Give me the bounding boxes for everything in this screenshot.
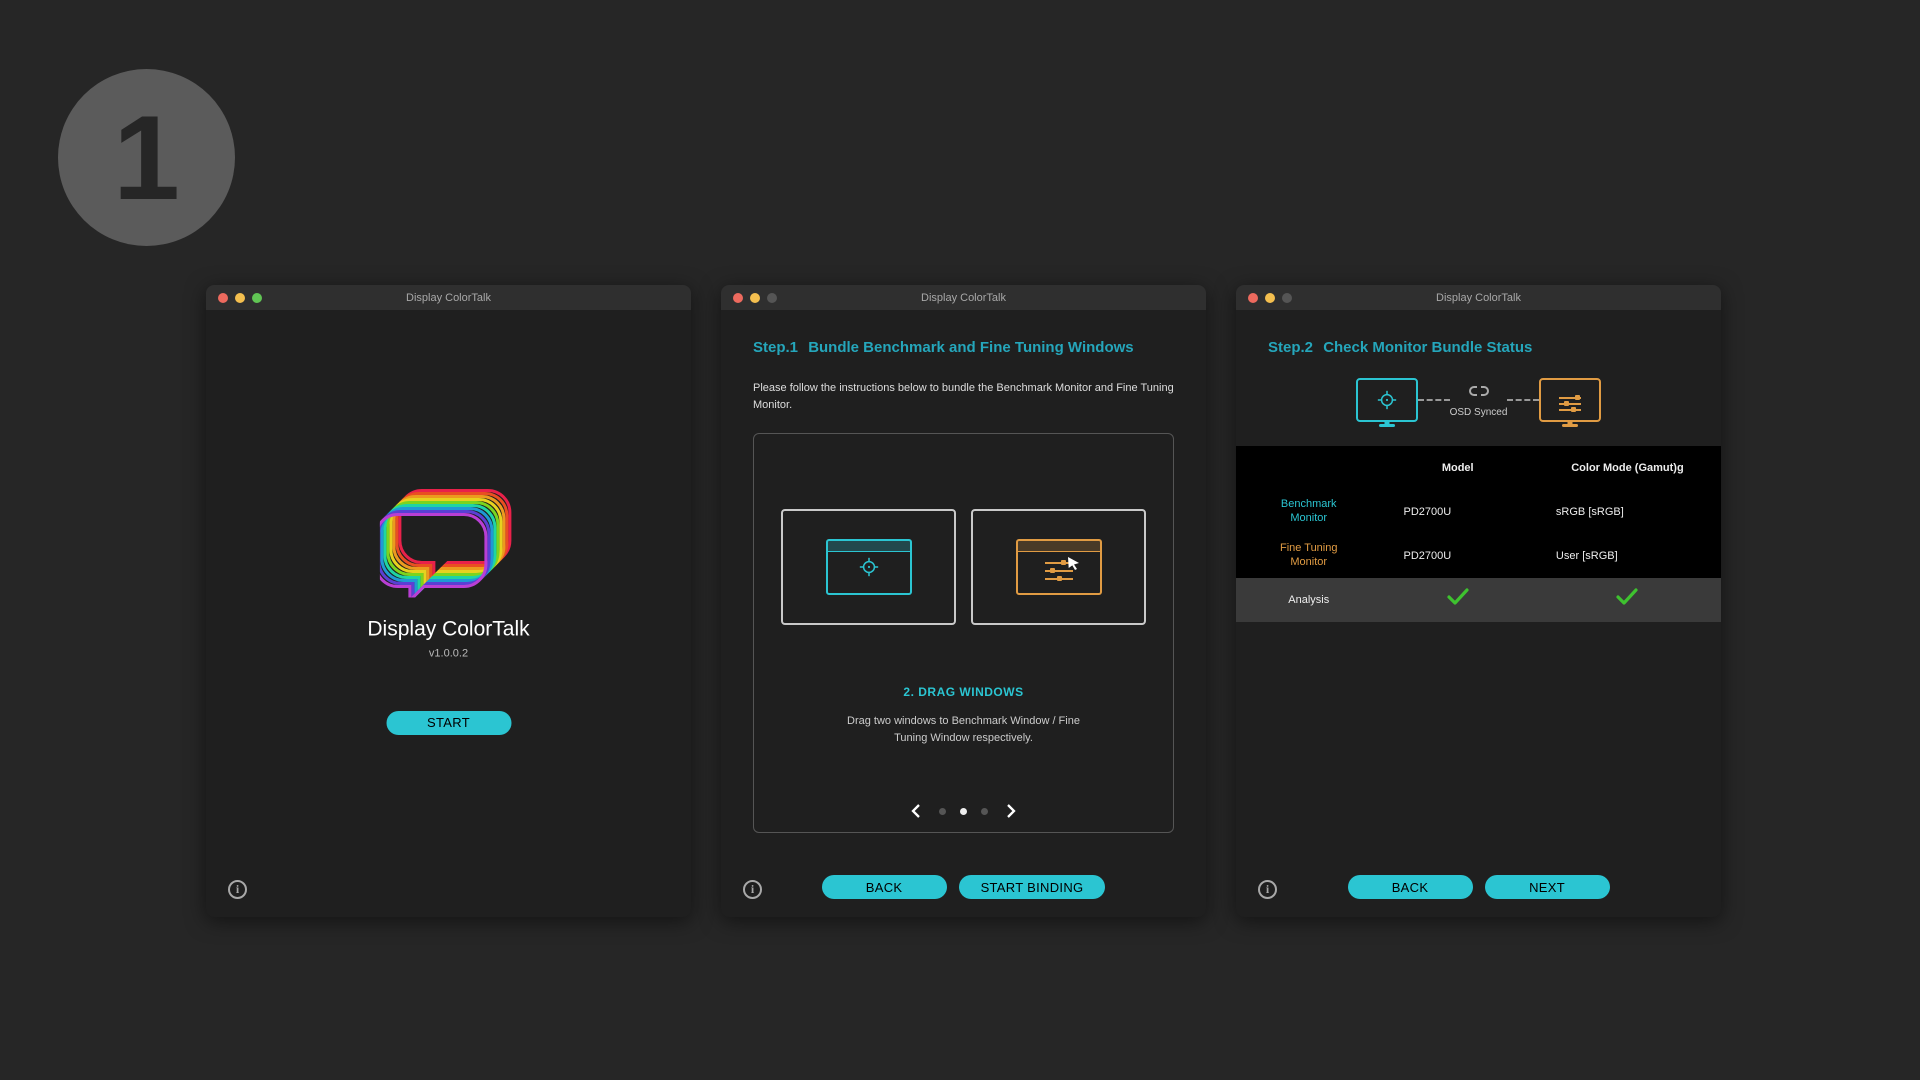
carousel-nav (754, 804, 1173, 818)
row-label-benchmark: Benchmark Monitor (1236, 498, 1381, 526)
start-binding-button[interactable]: START BINDING (959, 875, 1106, 899)
footer-label: Analysis (1236, 594, 1381, 606)
back-button[interactable]: BACK (1348, 875, 1473, 899)
pager-dot[interactable] (939, 808, 946, 815)
cell-model: PD2700U (1381, 506, 1533, 518)
link-icon (1468, 383, 1490, 403)
tutorial-step-description: Drag two windows to Benchmark Window / F… (839, 713, 1089, 746)
table-footer-row: Analysis (1236, 578, 1721, 622)
instructions-text: Please follow the instructions below to … (753, 380, 1174, 413)
app-logo-icon (380, 483, 518, 598)
minimize-icon[interactable] (1265, 293, 1275, 303)
app-name: Display ColorTalk (367, 618, 529, 642)
button-row: BACK NEXT (1236, 875, 1721, 899)
step-number-label: Step.1 (753, 339, 798, 356)
row-label-fine-tuning: Fine Tuning Monitor (1236, 542, 1381, 570)
bundle-status-diagram: OSD Synced (1268, 378, 1689, 422)
window-title: Display ColorTalk (1236, 292, 1721, 304)
step-heading: Step.1 Bundle Benchmark and Fine Tuning … (753, 339, 1174, 356)
check-icon (1534, 588, 1721, 612)
benchmark-monitor-illustration (781, 509, 956, 625)
cell-color-mode: sRGB [sRGB] (1534, 506, 1721, 518)
app-window-step1: Display ColorTalk Step.1 Bundle Benchmar… (721, 285, 1206, 917)
table-header-color-mode: Color Mode (Gamut)g (1534, 462, 1721, 474)
table-header-model: Model (1381, 462, 1533, 474)
pager-dot-active[interactable] (960, 808, 967, 815)
osd-synced-label: OSD Synced (1450, 407, 1508, 418)
window-title: Display ColorTalk (721, 292, 1206, 304)
cell-model: PD2700U (1381, 550, 1533, 562)
titlebar: Display ColorTalk (1236, 285, 1721, 310)
titlebar: Display ColorTalk (721, 285, 1206, 310)
windows-row: Display ColorTalk (206, 285, 1721, 917)
table-header-row: Model Color Mode (Gamut)g (1236, 446, 1721, 490)
close-icon[interactable] (733, 293, 743, 303)
fine-tuning-monitor-chip (1539, 378, 1601, 422)
cell-color-mode: User [sRGB] (1534, 550, 1721, 562)
target-icon (859, 557, 879, 577)
window-title: Display ColorTalk (206, 292, 691, 304)
info-icon[interactable]: i (743, 880, 762, 899)
tutorial-illustration (754, 509, 1173, 625)
close-icon[interactable] (1248, 293, 1258, 303)
info-icon[interactable]: i (228, 880, 247, 899)
table-row: Fine Tuning Monitor PD2700U User [sRGB] (1236, 534, 1721, 578)
close-icon[interactable] (218, 293, 228, 303)
chevron-left-icon[interactable] (909, 804, 923, 818)
step-heading: Step.2 Check Monitor Bundle Status (1268, 339, 1689, 356)
app-window-step2: Display ColorTalk Step.2 Check Monitor B… (1236, 285, 1721, 917)
pager-dot[interactable] (981, 808, 988, 815)
window-body: Step.2 Check Monitor Bundle Status (1236, 310, 1721, 917)
next-button[interactable]: NEXT (1485, 875, 1610, 899)
minimize-icon[interactable] (235, 293, 245, 303)
benchmark-window-icon (826, 539, 912, 595)
fine-tuning-monitor-illustration (971, 509, 1146, 625)
cursor-icon (1066, 555, 1082, 571)
minimize-icon[interactable] (750, 293, 760, 303)
link-status: OSD Synced (1450, 383, 1508, 418)
start-button[interactable]: START (386, 711, 511, 735)
tutorial-panel: 2. DRAG WINDOWS Drag two windows to Benc… (753, 433, 1174, 833)
maximize-icon[interactable] (767, 293, 777, 303)
info-icon[interactable]: i (1258, 880, 1277, 899)
dash-line (1418, 399, 1450, 401)
benchmark-monitor-chip (1356, 378, 1418, 422)
window-body: Display ColorTalk v1.0.0.2 START i (206, 310, 691, 917)
window-controls (1248, 293, 1292, 303)
titlebar: Display ColorTalk (206, 285, 691, 310)
maximize-icon[interactable] (1282, 293, 1292, 303)
window-body: Step.1 Bundle Benchmark and Fine Tuning … (721, 310, 1206, 917)
app-brand-group: Display ColorTalk v1.0.0.2 (367, 483, 529, 660)
app-version: v1.0.0.2 (429, 648, 468, 660)
target-icon (1377, 390, 1397, 410)
check-icon (1381, 588, 1533, 612)
bundle-status-table: Model Color Mode (Gamut)g Benchmark Moni… (1236, 446, 1721, 622)
pager-dots (939, 808, 988, 815)
back-button[interactable]: BACK (822, 875, 947, 899)
step-number-badge: 1 (58, 69, 235, 246)
chevron-right-icon[interactable] (1004, 804, 1018, 818)
window-controls (733, 293, 777, 303)
table-row: Benchmark Monitor PD2700U sRGB [sRGB] (1236, 490, 1721, 534)
step-name: Bundle Benchmark and Fine Tuning Windows (808, 339, 1133, 356)
window-controls (218, 293, 262, 303)
fine-tuning-window-icon (1016, 539, 1102, 595)
tutorial-step-title: 2. DRAG WINDOWS (754, 685, 1173, 699)
button-row: BACK START BINDING (721, 875, 1206, 899)
sliders-icon (1559, 397, 1581, 411)
step-number-label: Step.2 (1268, 339, 1313, 356)
step-number: 1 (113, 98, 180, 218)
step-name: Check Monitor Bundle Status (1323, 339, 1532, 356)
maximize-icon[interactable] (252, 293, 262, 303)
app-window-launch: Display ColorTalk (206, 285, 691, 917)
dash-line (1507, 399, 1539, 401)
